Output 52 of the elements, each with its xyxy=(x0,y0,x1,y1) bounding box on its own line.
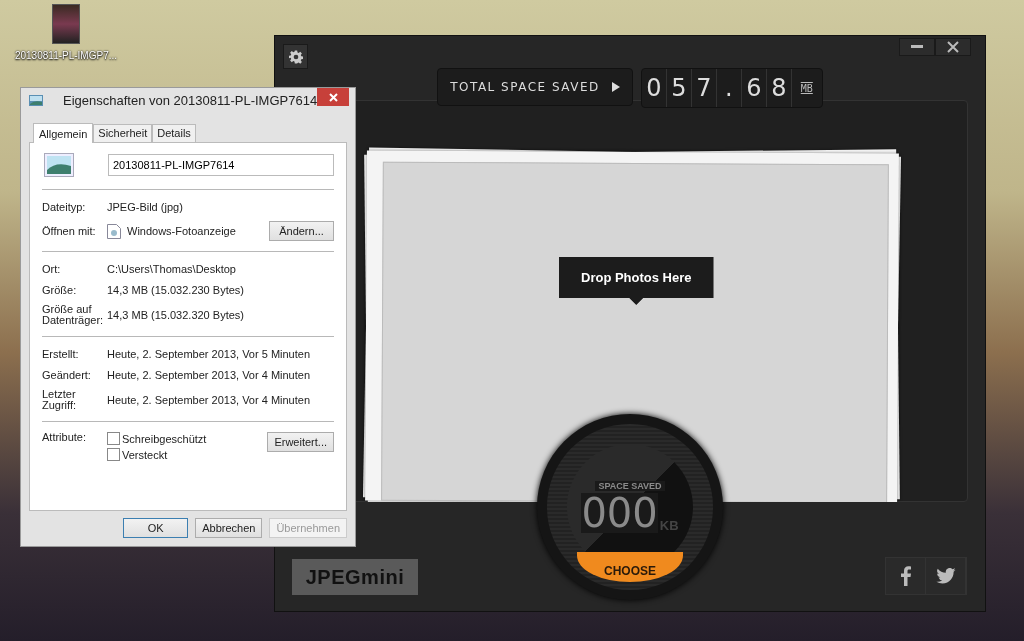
property-value: 14,3 MB (15.032.230 Bytes) xyxy=(107,284,244,296)
property-label: Erstellt: xyxy=(42,348,80,360)
photo-viewer-icon xyxy=(107,223,121,239)
file-name-field[interactable]: 20130811-PL-IMGP7614 xyxy=(108,154,334,176)
close-icon xyxy=(328,92,338,102)
property-label: Dateityp: xyxy=(42,201,87,213)
dialog-button[interactable]: Abbrechen xyxy=(195,518,263,538)
property-label: Letzter Zugriff: xyxy=(42,389,78,411)
property-label: Öffnen mit: xyxy=(42,225,97,237)
app-logo: JPEGmini xyxy=(292,559,418,595)
property-value: Heute, 2. September 2013, Vor 4 Minuten xyxy=(107,394,311,406)
close-button[interactable] xyxy=(317,88,349,106)
close-button[interactable] xyxy=(935,38,971,56)
counter-unit: MB xyxy=(799,81,814,96)
property-label: Geändert: xyxy=(42,369,92,381)
checkbox[interactable]: Schreibgeschützt xyxy=(107,432,268,445)
facebook-icon[interactable] xyxy=(886,558,926,594)
property-value: JPEG-Bild (jpg) xyxy=(107,201,183,213)
counter-digit: 7 xyxy=(691,69,717,107)
property-label: Größe: xyxy=(42,284,78,296)
checkbox[interactable]: Versteckt xyxy=(107,448,268,461)
settings-icon[interactable] xyxy=(283,44,308,69)
total-space-saved-button[interactable]: TOTAL SPACE SAVED xyxy=(437,68,633,106)
bird-icon[interactable] xyxy=(926,558,966,594)
property-value: Windows-Fotoanzeige xyxy=(127,225,237,237)
property-label: Attribute: xyxy=(42,432,88,443)
property-label: Größe auf Datenträger: xyxy=(42,304,105,326)
change-button[interactable]: Ändern... xyxy=(269,221,334,241)
choose-button[interactable]: CHOOSE xyxy=(577,552,683,582)
property-value: Heute, 2. September 2013, Vor 5 Minuten xyxy=(107,348,311,360)
advanced-button[interactable]: Erweitert... xyxy=(267,432,334,452)
counter-digit: 6 xyxy=(741,69,767,107)
dialog-button[interactable]: OK xyxy=(123,518,189,538)
close-icon xyxy=(947,41,959,53)
property-value: C:\Users\Thomas\Desktop xyxy=(107,263,236,275)
image-icon xyxy=(29,94,43,106)
window-title: Eigenschaften von 20130811-PL-IMGP7614 xyxy=(63,92,318,108)
counter-digit: . xyxy=(716,69,742,107)
image-file-icon xyxy=(44,153,74,177)
counter-digit: 8 xyxy=(766,69,792,107)
tab[interactable]: Details xyxy=(152,124,196,142)
property-value: Heute, 2. September 2013, Vor 4 Minuten xyxy=(107,369,311,381)
play-icon xyxy=(611,82,620,92)
minimize-icon xyxy=(911,45,923,49)
gauge-label: SPACE SAVED xyxy=(595,481,665,491)
gauge-reading: 000 xyxy=(581,493,658,533)
minimize-button[interactable] xyxy=(899,38,935,56)
counter-digit: 5 xyxy=(666,69,692,107)
tab[interactable]: Sicherheit xyxy=(93,124,153,142)
tab[interactable]: Allgemein xyxy=(33,123,94,143)
property-value: 14,3 MB (15.032.320 Bytes) xyxy=(107,309,244,321)
property-label: Ort: xyxy=(42,263,62,275)
